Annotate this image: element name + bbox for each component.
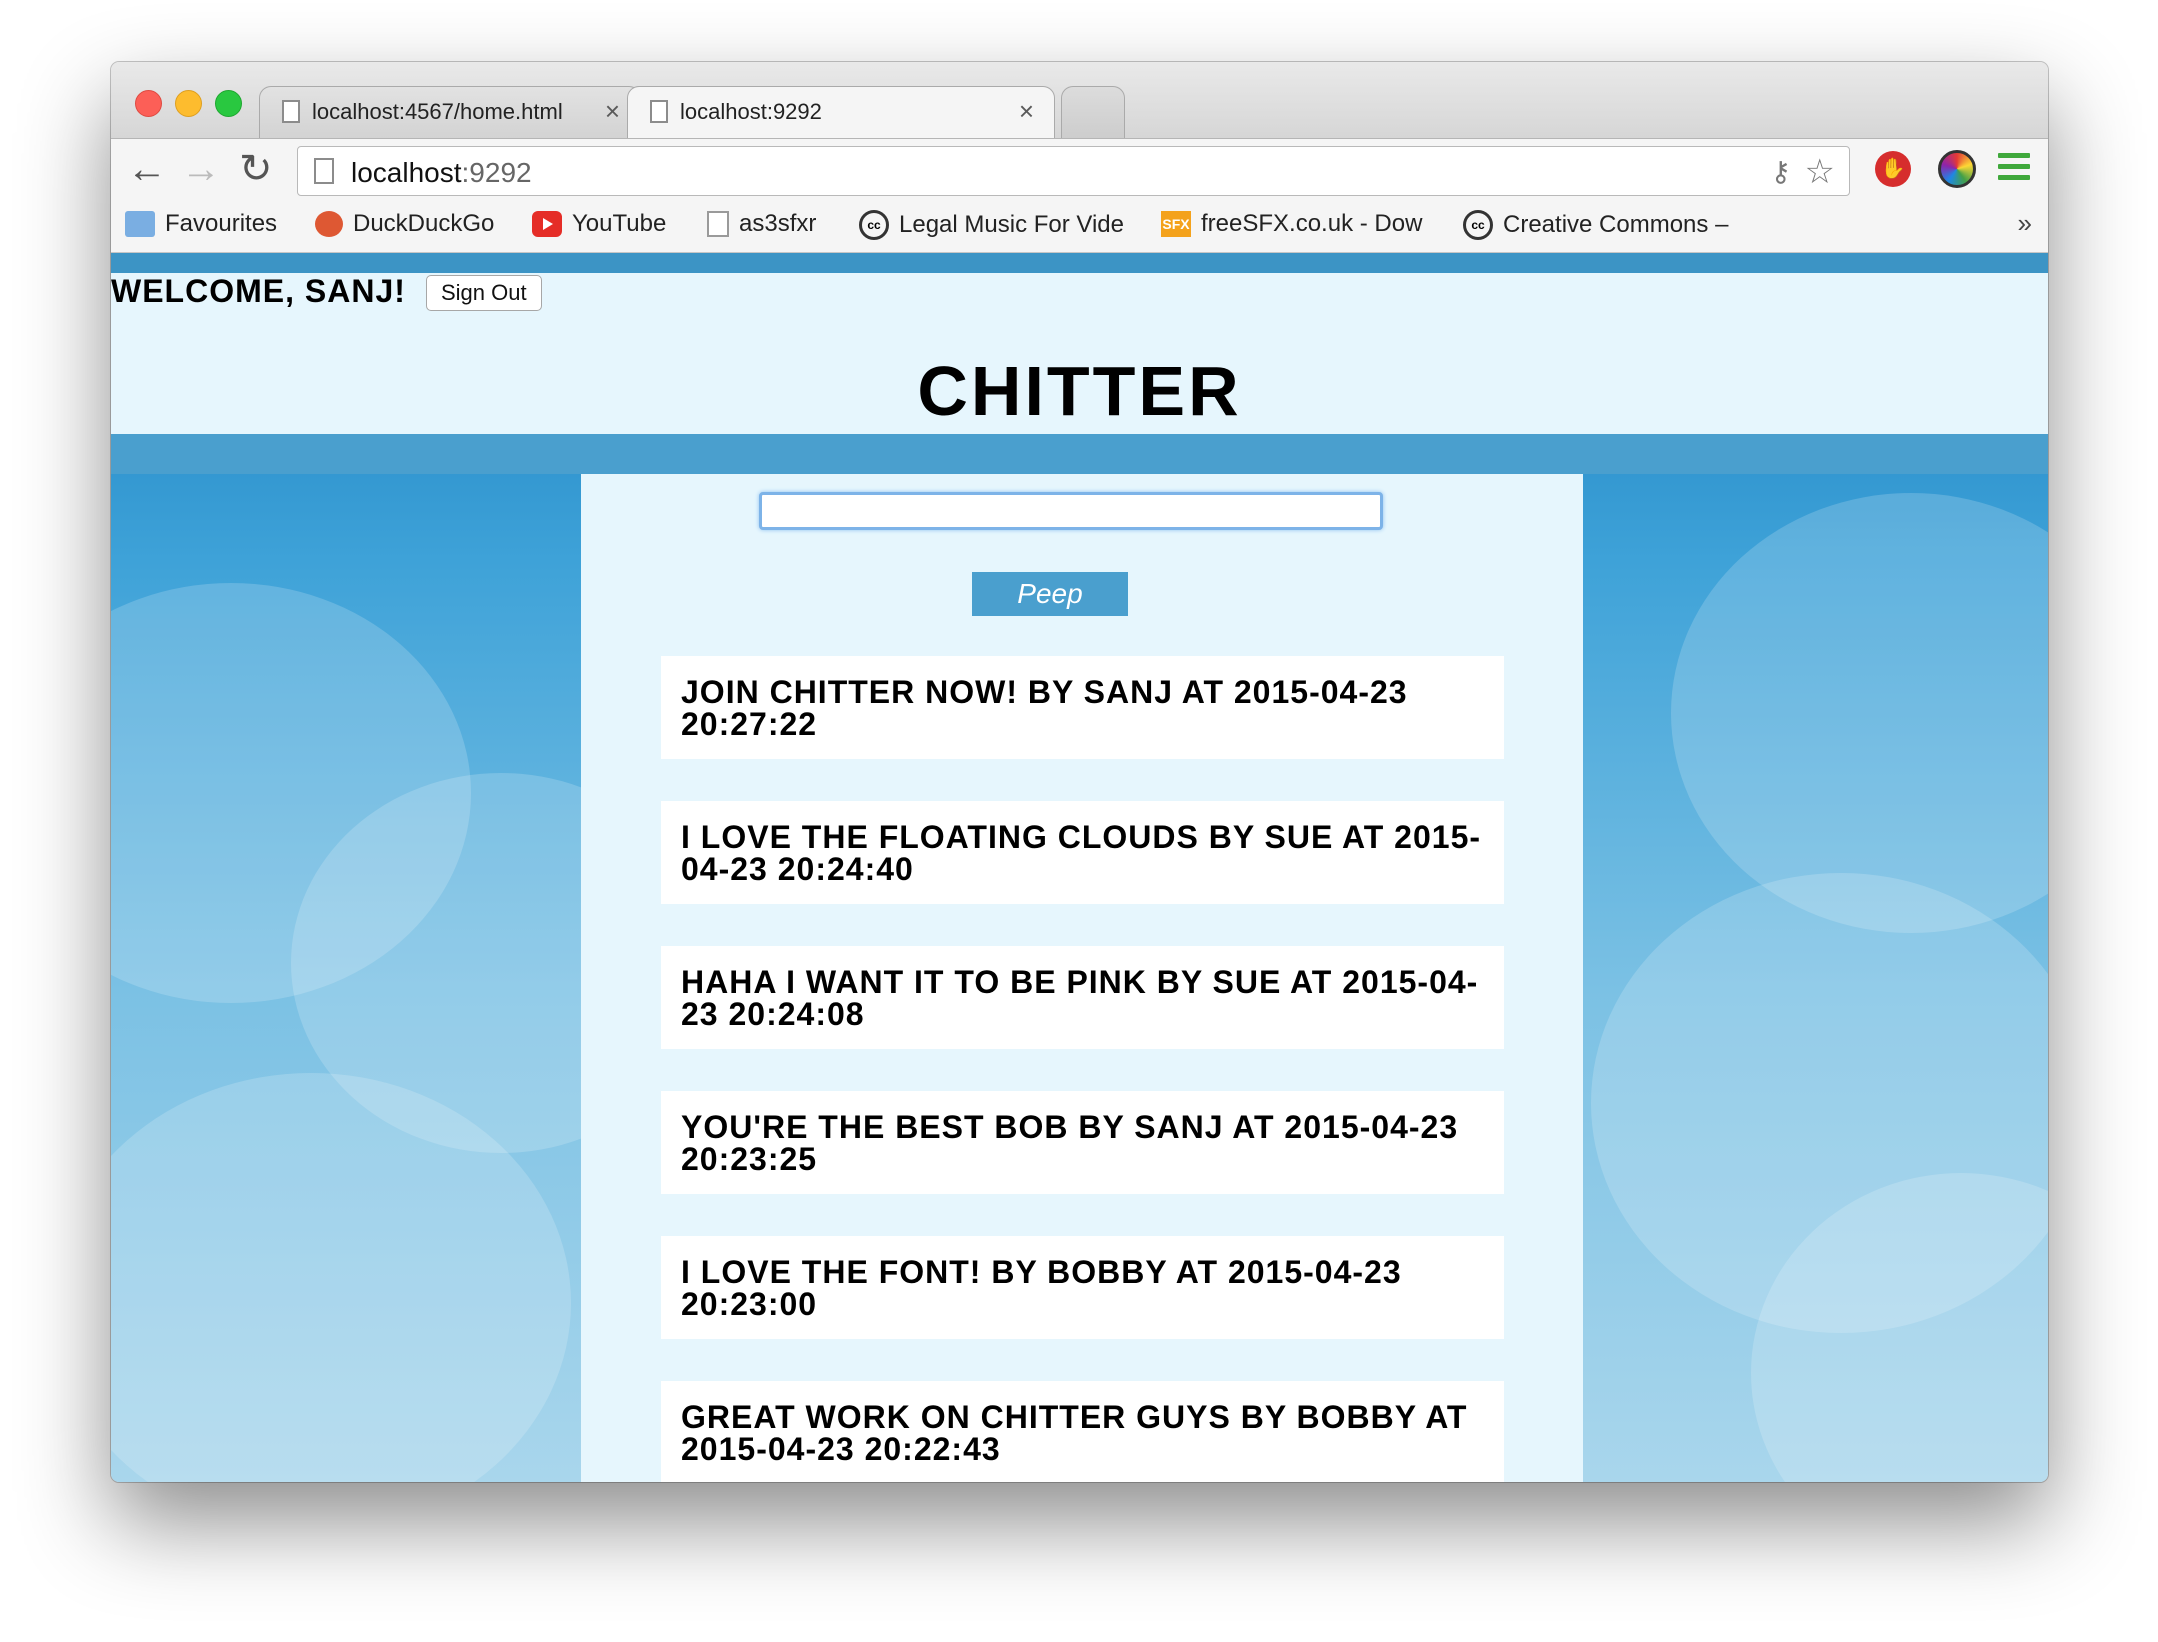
back-icon[interactable]: ← <box>127 149 167 189</box>
peep-text: I LOVE THE FLOATING CLOUDS BY SUE AT 201… <box>681 819 1482 887</box>
peep-text: HAHA I WANT IT TO BE PINK BY SUE AT 2015… <box>681 964 1479 1032</box>
peep-feed-panel: Peep JOIN CHITTER NOW! BY SANJ AT 2015-0… <box>581 474 1583 1482</box>
page-icon <box>282 100 300 123</box>
site-header: WELCOME, SANJ! Sign Out CHITTER <box>111 273 2048 434</box>
creative-commons-icon: cc <box>1463 210 1493 240</box>
more-bookmarks-icon[interactable]: » <box>2018 208 2032 239</box>
bookmark-favourites[interactable]: Favourites <box>125 210 277 242</box>
tab-title: localhost:4567/home.html <box>312 99 563 124</box>
browser-window: localhost:4567/home.html × localhost:929… <box>111 62 2048 1482</box>
document-icon <box>707 211 729 237</box>
bookmark-youtube[interactable]: YouTube <box>532 210 666 242</box>
bookmark-duckduckgo[interactable]: DuckDuckGo <box>315 210 494 242</box>
bookmark-as3sfxr[interactable]: as3sfxr <box>707 210 816 242</box>
header-divider-bar <box>111 434 2048 474</box>
bookmark-star-icon[interactable]: ☆ <box>1805 152 1835 192</box>
bookmark-freesfx[interactable]: SFX freeSFX.co.uk - Dow <box>1161 210 1422 242</box>
address-bar[interactable]: localhost:9292 ⚷ ☆ <box>297 146 1850 196</box>
duckduckgo-icon <box>315 211 343 237</box>
peep-item: JOIN CHITTER NOW! BY SANJ AT 2015-04-23 … <box>661 656 1504 759</box>
key-icon[interactable]: ⚷ <box>1770 155 1791 188</box>
creative-commons-icon: cc <box>859 210 889 240</box>
bookmarks-bar: Favourites DuckDuckGo YouTube as3sfxr cc… <box>111 200 2048 253</box>
peep-text: JOIN CHITTER NOW! BY SANJ AT 2015-04-23 … <box>681 674 1408 742</box>
page-viewport: WELCOME, SANJ! Sign Out CHITTER Peep JOI… <box>111 253 2048 1482</box>
peep-input[interactable] <box>759 492 1383 530</box>
menu-icon[interactable] <box>1998 153 2030 186</box>
page-icon <box>650 100 668 123</box>
freesfx-icon: SFX <box>1161 211 1191 237</box>
peep-item: YOU'RE THE BEST BOB BY SANJ AT 2015-04-2… <box>661 1091 1504 1194</box>
tab-close-icon[interactable]: × <box>605 96 620 127</box>
peep-item: I LOVE THE FLOATING CLOUDS BY SUE AT 201… <box>661 801 1504 904</box>
tab-chitter[interactable]: localhost:9292 × <box>627 86 1055 138</box>
peep-button[interactable]: Peep <box>972 572 1128 616</box>
tab-strip: localhost:4567/home.html × localhost:929… <box>111 62 2048 138</box>
minimize-window-button[interactable] <box>175 90 202 117</box>
peep-text: GREAT WORK ON CHITTER GUYS BY BOBBY AT 2… <box>681 1399 1468 1467</box>
youtube-icon <box>532 211 562 237</box>
close-window-button[interactable] <box>135 90 162 117</box>
page-title: CHITTER <box>917 352 1242 430</box>
tab-home[interactable]: localhost:4567/home.html × <box>259 86 641 138</box>
peep-text: I LOVE THE FONT! BY BOBBY AT 2015-04-23 … <box>681 1254 1402 1322</box>
color-picker-extension-icon[interactable] <box>1938 150 1976 188</box>
peep-item: I LOVE THE FONT! BY BOBBY AT 2015-04-23 … <box>661 1236 1504 1339</box>
url-text: localhost:9292 <box>351 157 532 188</box>
reload-icon[interactable]: ↻ <box>239 149 273 189</box>
peep-item: HAHA I WANT IT TO BE PINK BY SUE AT 2015… <box>661 946 1504 1049</box>
sign-out-button[interactable]: Sign Out <box>426 275 542 311</box>
zoom-window-button[interactable] <box>215 90 242 117</box>
new-tab-button[interactable] <box>1061 86 1125 138</box>
bookmark-legal-music[interactable]: cc Legal Music For Vide <box>859 210 1124 242</box>
toolbar: ← → ↻ localhost:9292 ⚷ ☆ ✋ <box>111 138 2048 201</box>
top-accent-bar <box>111 253 2048 273</box>
adblock-extension-icon[interactable]: ✋ <box>1875 151 1911 187</box>
page-icon <box>314 158 334 184</box>
peep-text: YOU'RE THE BEST BOB BY SANJ AT 2015-04-2… <box>681 1109 1459 1177</box>
welcome-message: WELCOME, SANJ! <box>111 273 406 309</box>
folder-icon <box>125 211 155 237</box>
peep-item: GREAT WORK ON CHITTER GUYS BY BOBBY AT 2… <box>661 1381 1504 1482</box>
tab-close-icon[interactable]: × <box>1019 96 1034 127</box>
cloud-decoration <box>1671 493 2048 933</box>
tab-title: localhost:9292 <box>680 99 822 124</box>
bookmark-creative-commons[interactable]: cc Creative Commons – <box>1463 210 1728 242</box>
forward-icon[interactable]: → <box>181 149 221 189</box>
